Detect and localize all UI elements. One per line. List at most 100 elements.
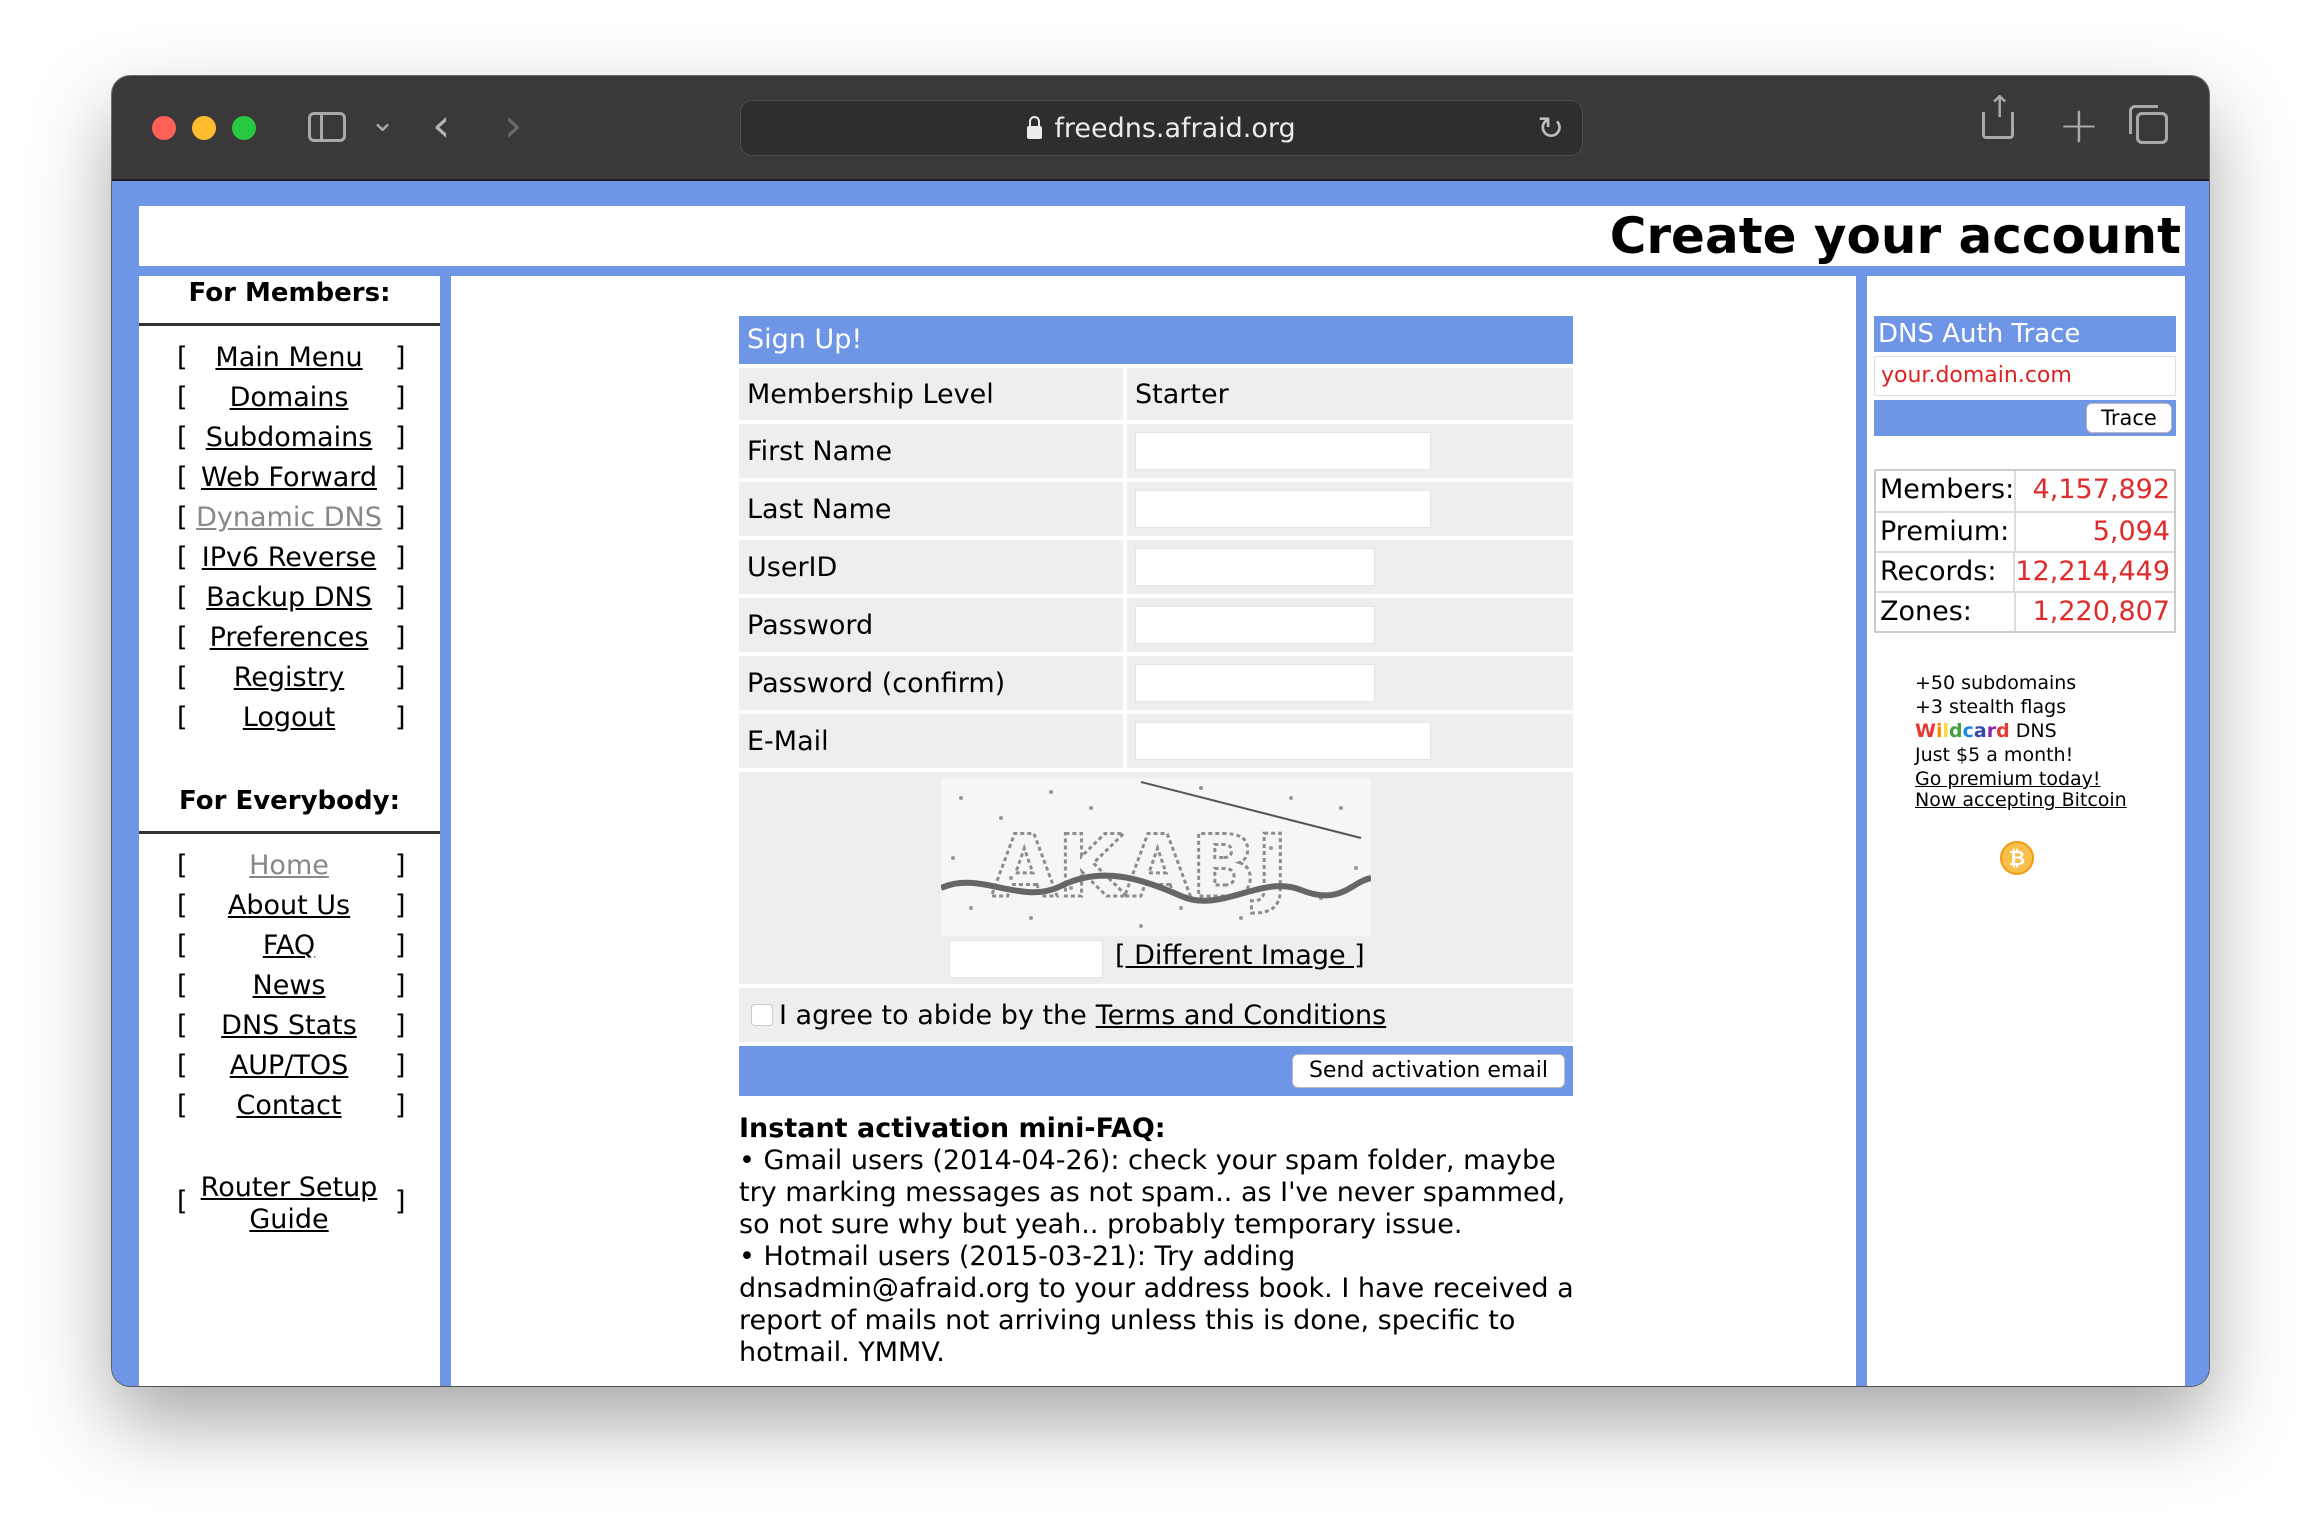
wildcard-letter: a [1973,720,1987,742]
bitcoin-link[interactable]: Now accepting Bitcoin [1915,789,2127,811]
dns-trace-title: DNS Auth Trace [1874,316,2176,352]
password-confirm-input[interactable] [1135,664,1375,702]
menu-link-news[interactable]: News [189,970,389,1001]
last-name-label: Last Name [739,482,1123,536]
address-bar[interactable]: freedns.afraid.org ↻ [740,100,1583,156]
password-confirm-label: Password (confirm) [739,656,1123,710]
sidebar-toggle-icon[interactable] [308,112,346,142]
captcha-input[interactable] [949,940,1103,978]
different-image-link[interactable]: [ Different Image ] [1115,940,1365,971]
menu-link-aup-tos[interactable]: AUP/TOS [189,1050,389,1081]
menu-link-main-menu[interactable]: Main Menu [189,342,389,373]
new-tab-icon[interactable]: + [2058,96,2100,154]
last-name-input[interactable] [1135,490,1431,528]
bracket-left: [ [177,502,188,533]
menu-link-faq[interactable]: FAQ [189,930,389,961]
zoom-window-button[interactable] [232,116,256,140]
bracket-right: ] [395,970,406,1001]
captcha-glyphs: AKABJ [991,817,1288,917]
close-window-button[interactable] [152,116,176,140]
password-label: Password [739,598,1123,652]
chevron-down-icon[interactable]: ⌄ [370,104,395,139]
mini-faq: Instant activation mini-FAQ: • Gmail use… [739,1113,1579,1369]
go-premium-link[interactable]: Go premium today! [1915,768,2101,790]
everybody-menu: [Home][About Us][FAQ][News][DNS Stats][A… [139,834,440,1130]
back-icon[interactable]: ‹ [432,98,450,152]
menu-link-logout[interactable]: Logout [189,702,389,733]
promo-line-stealth: +3 stealth flags [1915,696,2067,718]
bracket-left: [ [177,1050,188,1081]
captcha-row: AKABJ [ Different Image ] [739,772,1573,984]
password-input[interactable] [1135,606,1375,644]
first-name-label: First Name [739,424,1123,478]
menu-item-domains: [Domains] [139,382,440,422]
menu-link-domains[interactable]: Domains [189,382,389,413]
menu-link-preferences[interactable]: Preferences [189,622,389,653]
wildcard-word: Wildcard [1915,720,2010,742]
agree-text: I agree to abide by the [779,999,1087,1031]
forward-icon[interactable]: › [504,98,522,152]
router-setup-link[interactable]: Router Setup Guide [189,1172,389,1236]
bracket-left: [ [177,542,188,573]
promo-line-wildcard: Wildcard DNS [1915,719,2101,743]
agree-checkbox[interactable] [751,1004,773,1026]
right-sidebar: DNS Auth Trace your.domain.com Trace Mem… [1867,276,2185,1386]
menu-link-dns-stats[interactable]: DNS Stats [189,1010,389,1041]
menu-link-contact[interactable]: Contact [189,1090,389,1121]
bracket-left: [ [177,890,188,921]
menu-link-ipv6-reverse[interactable]: IPv6 Reverse [189,542,389,573]
menu-item-dynamic-dns: [Dynamic DNS] [139,502,440,542]
stat-row-premium: Premium: 5,094 [1876,511,2174,551]
menu-link-dynamic-dns[interactable]: Dynamic DNS [189,502,389,533]
trace-button[interactable]: Trace [2086,403,2172,433]
stat-value: 12,214,449 [2015,556,2170,587]
first-name-input[interactable] [1135,432,1431,470]
stats-table: Members: 4,157,892 Premium: 5,094 Records: 12… [1874,469,2176,633]
faq-title: Instant activation mini-FAQ: [739,1113,1166,1144]
bracket-left: [ [177,342,188,373]
reload-icon[interactable]: ↻ [1537,109,1564,147]
promo-line-price: Just $5 a month! [1915,744,2074,766]
minimize-window-button[interactable] [192,116,216,140]
menu-item-contact: [Contact] [139,1090,440,1130]
trace-domain-input[interactable]: your.domain.com [1874,356,2176,396]
members-menu-heading: For Members: [139,276,440,326]
menu-link-backup-dns[interactable]: Backup DNS [189,582,389,613]
menu-link-about-us[interactable]: About Us [189,890,389,921]
tab-overview-icon[interactable] [2129,105,2168,144]
bracket-right: ] [395,422,406,453]
email-input[interactable] [1135,722,1431,760]
stat-row-records: Records: 12,214,449 [1876,551,2174,591]
share-icon[interactable] [1982,90,2014,139]
password-confirm-row: Password (confirm) [739,656,1573,710]
menu-link-subdomains[interactable]: Subdomains [189,422,389,453]
bracket-right: ] [395,382,406,413]
menu-link-home[interactable]: Home [189,850,389,881]
menu-item-registry: [Registry] [139,662,440,702]
main-content: Sign Up! Membership Level Starter First … [451,276,1856,1386]
stat-value: 1,220,807 [2032,596,2170,627]
submit-row: Send activation email [739,1046,1573,1096]
bracket-right: ] [395,582,406,613]
menu-item-logout: [Logout] [139,702,440,742]
membership-value: Starter [1127,368,1573,420]
signup-heading: Sign Up! [739,316,1573,364]
bracket-right: ] [395,462,406,493]
menu-link-registry[interactable]: Registry [189,662,389,693]
faq-item-gmail: • Gmail users (2014-04-26): check your s… [739,1145,1566,1240]
email-row: E-Mail [739,714,1573,768]
membership-row: Membership Level Starter [739,368,1573,420]
menu-link-web-forward[interactable]: Web Forward [189,462,389,493]
terms-link[interactable]: Terms and Conditions [1096,1000,1386,1031]
stat-row-members: Members: 4,157,892 [1876,471,2174,511]
faq-item-hotmail: • Hotmail users (2015-03-21): Try adding… [739,1241,1574,1368]
userid-input[interactable] [1135,548,1375,586]
send-activation-button[interactable]: Send activation email [1291,1054,1565,1088]
wildcard-letter: c [1962,720,1974,742]
promo-line-subdomains: +50 subdomains [1915,672,2077,694]
bracket-left: [ [177,422,188,453]
userid-row: UserID [739,540,1573,594]
menu-item-ipv6-reverse: [IPv6 Reverse] [139,542,440,582]
bracket-right: ] [395,662,406,693]
stat-label: Zones: [1876,593,2016,631]
